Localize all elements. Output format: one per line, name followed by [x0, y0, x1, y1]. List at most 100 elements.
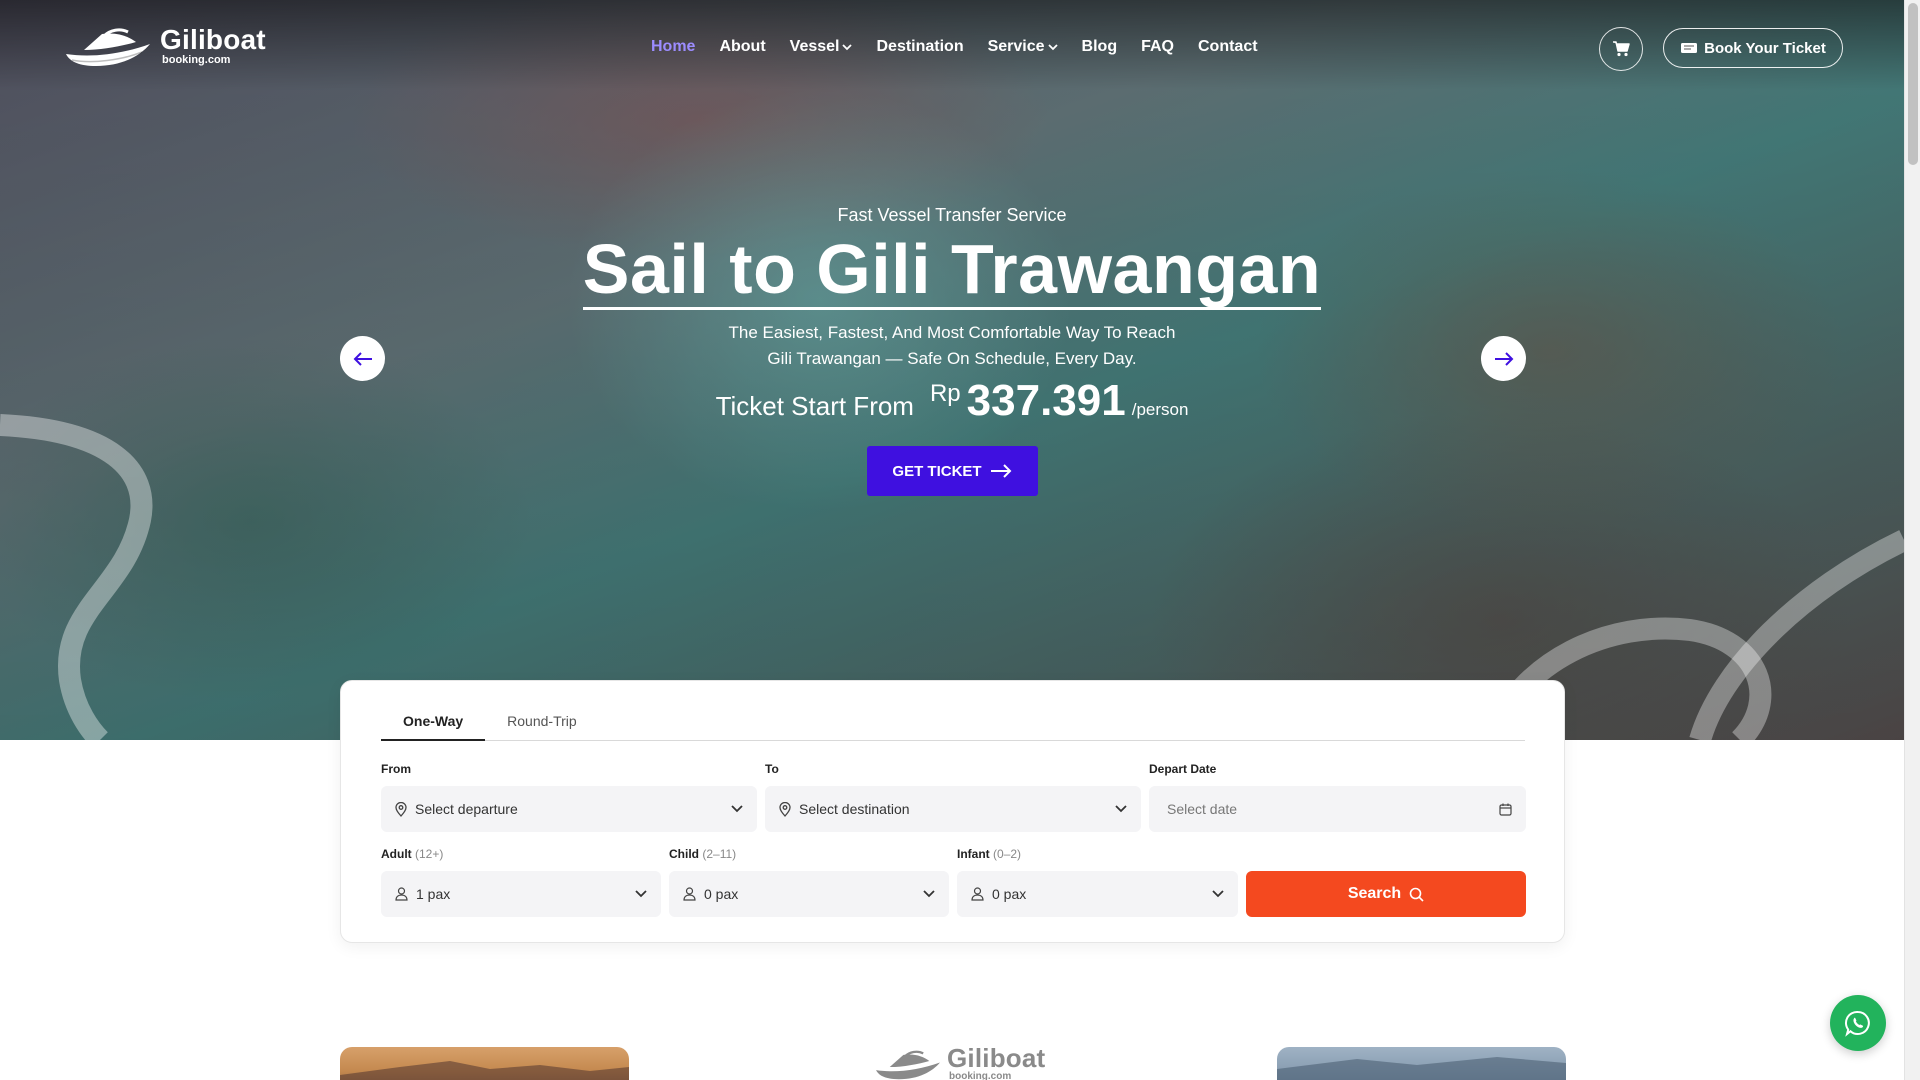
whatsapp-button[interactable] [1830, 995, 1886, 1051]
book-ticket-label: Book Your Ticket [1704, 39, 1826, 57]
nav-label: FAQ [1141, 38, 1174, 55]
nav-label: Blog [1081, 38, 1118, 55]
person-icon [971, 887, 984, 901]
chevron-down-icon [842, 44, 853, 51]
boat-logo-icon [66, 28, 150, 66]
trip-type-tabs: One-Way Round-Trip [381, 711, 1525, 741]
nav-label: Contact [1197, 38, 1258, 55]
main-menu: Home About Vessel Destination Service Bl… [651, 38, 1258, 56]
child-label-text: Child [669, 847, 699, 861]
to-label: To [765, 762, 779, 776]
get-ticket-button[interactable]: GET TICKET [866, 446, 1038, 497]
infant-range: (0–2) [993, 847, 1022, 861]
person-icon [395, 887, 408, 901]
hero-kicker: Fast Vessel Transfer Service [837, 205, 1067, 225]
top-nav: Giliboat booking.com Home About Vessel D… [0, 0, 1904, 96]
site-logo[interactable]: Giliboat booking.com [62, 24, 266, 68]
destination-card-image[interactable] [1277, 1047, 1566, 1080]
nav-label: Destination [876, 38, 964, 55]
depart-date-label: Depart Date [1149, 762, 1217, 776]
hero-description: The Easiest, Fastest, And Most Comfortab… [0, 320, 1904, 372]
hero-description-line: Gili Trawangan — Safe On Schedule, Every… [767, 349, 1137, 369]
hero-description-line: The Easiest, Fastest, And Most Comfortab… [728, 323, 1176, 343]
child-value: 0 pax [704, 886, 739, 902]
nav-label: Service [987, 38, 1045, 55]
hero-price: Ticket Start From Rp 337.391 /person [0, 376, 1904, 426]
nav-label: About [719, 38, 766, 55]
nav-item-contact[interactable]: Contact [1198, 38, 1258, 56]
from-value: Select departure [415, 801, 518, 817]
whatsapp-icon [1844, 1010, 1870, 1037]
depart-date-input[interactable]: Select date [1149, 786, 1526, 832]
cart-icon [1613, 41, 1630, 57]
nav-item-about[interactable]: About [719, 38, 765, 56]
arrow-left-icon [353, 351, 372, 366]
tab-one-way[interactable]: One-Way [381, 711, 486, 741]
price-label: Ticket Start From [715, 391, 914, 422]
chevron-down-icon [1047, 44, 1058, 51]
infant-select[interactable]: 0 pax [957, 871, 1238, 917]
nav-item-home[interactable]: Home [651, 38, 695, 56]
footer-logo: Giliboat booking.com [873, 1045, 1045, 1080]
tab-round-trip[interactable]: Round-Trip [485, 711, 599, 741]
booking-form: One-Way Round-Trip From Select departure… [340, 680, 1565, 943]
slider-next-button[interactable] [1481, 336, 1526, 381]
get-ticket-label: GET TICKET [892, 462, 982, 480]
book-ticket-button[interactable]: Book Your Ticket [1663, 28, 1843, 68]
from-select[interactable]: Select departure [381, 786, 757, 832]
price-currency: Rp [929, 380, 961, 408]
child-select[interactable]: 0 pax [669, 871, 949, 917]
adult-label-text: Adult [381, 847, 412, 861]
slider-prev-button[interactable] [340, 336, 385, 381]
hero-title: Sail to Gili Trawangan [582, 233, 1322, 311]
nav-label: Home [651, 38, 696, 55]
chevron-down-icon [923, 890, 935, 898]
child-label: Child (2–11) [669, 847, 736, 861]
chevron-down-icon [731, 805, 743, 813]
arrow-right-icon [990, 464, 1011, 479]
adult-select[interactable]: 1 pax [381, 871, 661, 917]
chevron-down-icon [635, 890, 647, 898]
calendar-icon [1499, 803, 1512, 816]
ticket-icon [1681, 43, 1698, 53]
search-icon [1409, 887, 1424, 902]
mountain-silhouette [1277, 1057, 1566, 1080]
infant-label-text: Infant [957, 847, 990, 861]
hero-content: Fast Vessel Transfer Service Sail to Gil… [0, 205, 1904, 497]
chevron-down-icon [1115, 805, 1127, 813]
mountain-silhouette [340, 1061, 629, 1080]
person-icon [683, 887, 696, 901]
nav-item-vessel[interactable]: Vessel [790, 38, 853, 56]
arrow-right-icon [1494, 351, 1513, 366]
chevron-down-icon [1212, 890, 1224, 898]
infant-value: 0 pax [992, 886, 1027, 902]
logo-name: Giliboat [160, 24, 266, 55]
depart-date-placeholder: Select date [1167, 801, 1238, 817]
cart-button[interactable] [1599, 27, 1643, 71]
child-range: (2–11) [702, 847, 737, 861]
search-button[interactable]: Search [1246, 871, 1526, 917]
adult-range: (12+) [415, 847, 444, 861]
nav-item-blog[interactable]: Blog [1082, 38, 1118, 56]
logo-subtitle: booking.com [949, 1071, 1012, 1080]
infant-label: Infant (0–2) [957, 847, 1021, 861]
logo-name: Giliboat [947, 1043, 1046, 1073]
logo-subtitle: booking.com [162, 54, 231, 66]
scrollbar-thumb[interactable] [1908, 3, 1918, 165]
nav-item-faq[interactable]: FAQ [1141, 38, 1174, 56]
search-label: Search [1347, 885, 1402, 902]
price-unit: /person [1131, 400, 1189, 420]
to-select[interactable]: Select destination [765, 786, 1141, 832]
location-pin-icon [779, 801, 791, 817]
adult-label: Adult (12+) [381, 847, 443, 861]
from-label: From [381, 762, 411, 776]
adult-value: 1 pax [416, 886, 451, 902]
destination-card-image[interactable] [340, 1047, 629, 1080]
page-scrollbar[interactable] [1904, 0, 1920, 1080]
location-pin-icon [395, 801, 407, 817]
to-value: Select destination [799, 801, 910, 817]
boat-logo-icon [876, 1050, 940, 1079]
nav-item-service[interactable]: Service [988, 38, 1058, 56]
nav-item-destination[interactable]: Destination [876, 38, 963, 56]
price-value: 337.391 [966, 376, 1126, 426]
